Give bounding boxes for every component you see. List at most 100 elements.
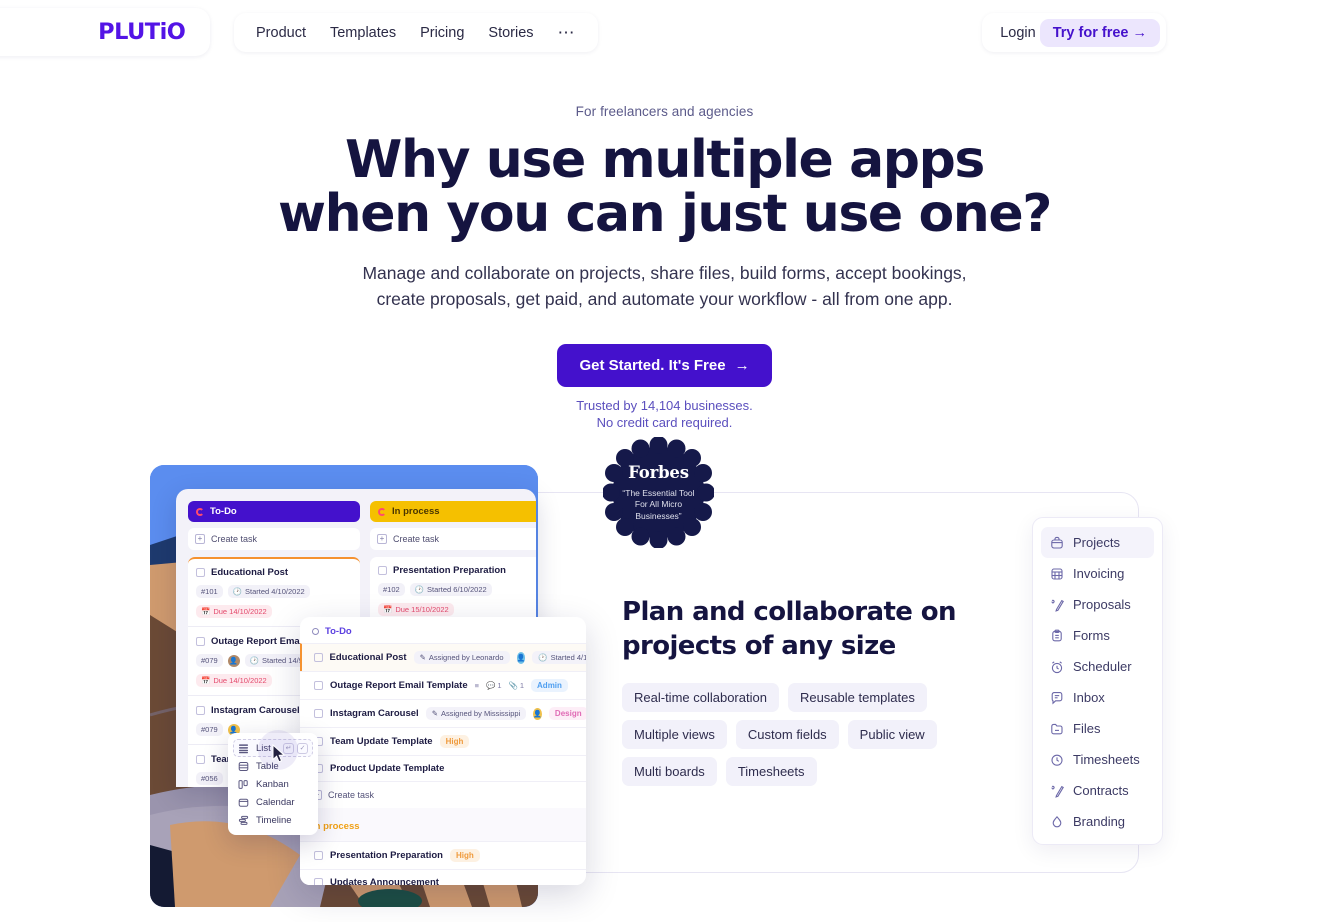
feature-tag-realtime[interactable]: Real-time collaboration — [622, 683, 779, 712]
checkbox-icon[interactable] — [196, 706, 205, 715]
assignee-chip: ✎ Assigned by Mississippi — [425, 707, 527, 720]
create-task-label: Create task — [328, 790, 375, 800]
create-task-button-list[interactable]: + Create task — [300, 781, 586, 808]
task-started-chip: 🕑 Started 4/10/2022 — [227, 585, 310, 598]
create-task-label: Create task — [393, 534, 440, 544]
started-label: Started 6/10/2022 — [427, 585, 487, 594]
sidebar-item-files[interactable]: Files — [1041, 713, 1154, 744]
auth-actions: Login Try for free → — [982, 13, 1166, 52]
create-task-button-todo[interactable]: + Create task — [188, 528, 360, 550]
checkbox-icon[interactable] — [314, 709, 323, 718]
feature-tag-boards[interactable]: Multi boards — [622, 757, 717, 786]
checkbox-icon[interactable] — [196, 637, 205, 646]
sidebar-item-invoicing[interactable]: Invoicing — [1041, 558, 1154, 589]
cta-group: Get Started. It's Free → Trusted by 14,1… — [0, 344, 1329, 431]
task-card[interactable]: Presentation Preparation #102 🕑 Started … — [370, 557, 536, 625]
task-id-chip: #056 — [196, 772, 223, 785]
plus-icon: + — [195, 534, 205, 544]
assignee-label: Assigned by Leonardo — [428, 653, 504, 662]
sidebar-item-label: Branding — [1073, 814, 1126, 829]
task-id-chip: #102 — [378, 583, 405, 596]
task-id-chip: #101 — [196, 585, 223, 598]
login-link[interactable]: Login — [1000, 25, 1035, 41]
droplet-icon — [1049, 814, 1064, 829]
sidebar-item-inbox[interactable]: Inbox — [1041, 682, 1154, 713]
sidebar-item-scheduler[interactable]: Scheduler — [1041, 651, 1154, 682]
feature-tag-templates[interactable]: Reusable templates — [787, 683, 927, 712]
create-task-button-inprocess[interactable]: + Create task — [370, 528, 536, 550]
checkbox-icon[interactable] — [313, 653, 323, 662]
nav-item-pricing[interactable]: Pricing — [420, 25, 464, 41]
feature-tag-timesheets[interactable]: Timesheets — [725, 757, 817, 786]
feature-tag-fields[interactable]: Custom fields — [735, 720, 839, 749]
due-label: Due 14/10/2022 — [213, 676, 267, 685]
checkbox-icon[interactable] — [314, 878, 323, 885]
kanban-icon — [238, 779, 249, 790]
mouse-cursor-icon — [272, 744, 286, 763]
avatar: 👤 — [227, 654, 240, 667]
plutio-logo[interactable]: PLUTiO — [98, 20, 186, 45]
sidebar-item-proposals[interactable]: Proposals — [1041, 589, 1154, 620]
check-key-badge: ✓ — [297, 742, 308, 754]
task-due-chip: 📅 Due 15/10/2022 — [378, 603, 454, 616]
task-header: Presentation Preparation — [378, 565, 534, 576]
view-option-kanban[interactable]: Kanban — [233, 775, 313, 793]
nav-item-templates[interactable]: Templates — [330, 25, 396, 41]
list-item[interactable]: Team Update Template High — [300, 727, 586, 755]
checkbox-icon[interactable] — [196, 755, 205, 764]
nav-item-product[interactable]: Product — [256, 25, 306, 41]
trust-line-2: No credit card required. — [596, 415, 733, 430]
task-due-chip: 📅 Due 14/10/2022 — [196, 674, 272, 687]
sidebar-item-projects[interactable]: Projects — [1041, 527, 1154, 558]
forbes-badge: Forbes “The Essential Tool For All Micro… — [602, 436, 715, 549]
pen-icon — [1049, 783, 1064, 798]
get-started-button[interactable]: Get Started. It's Free → — [557, 344, 772, 387]
clipboard-icon — [1049, 628, 1064, 643]
list-item[interactable]: Updates Announcement — [300, 869, 586, 885]
page-title: Why use multiple apps when you can just … — [0, 133, 1329, 241]
sidebar-item-contracts[interactable]: Contracts — [1041, 775, 1154, 806]
view-option-label: Kanban — [256, 778, 289, 790]
list-item[interactable]: Product Update Template — [300, 755, 586, 781]
chat-icon — [1049, 690, 1064, 705]
more-menu-icon[interactable]: ⋯ — [558, 24, 576, 41]
clock-icon: 🕑 — [538, 653, 548, 662]
clock-icon: 🕑 — [414, 585, 425, 594]
view-option-calendar[interactable]: Calendar — [233, 793, 313, 811]
calendar-icon: 📅 — [201, 676, 211, 685]
trust-line-1: Trusted by 14,104 businesses. — [576, 398, 753, 413]
task-meta: #101 🕑 Started 4/10/2022 — [196, 585, 352, 598]
list-item[interactable]: Educational Post ✎ Assigned by Leonardo … — [300, 643, 586, 671]
list-item[interactable]: Outage Report Email Template ≡ 💬 1 📎 1 A… — [300, 671, 586, 699]
due-label: Due 15/10/2022 — [395, 605, 449, 614]
view-option-timeline[interactable]: Timeline — [233, 811, 313, 829]
sidebar-item-label: Files — [1073, 721, 1101, 736]
checkbox-icon[interactable] — [378, 566, 387, 575]
sidebar-item-label: Timesheets — [1073, 752, 1140, 767]
task-meta: #102 🕑 Started 6/10/2022 — [378, 583, 534, 596]
try-for-free-button[interactable]: Try for free → — [1039, 18, 1160, 47]
site-header: PLUTiO Product Templates Pricing Stories… — [0, 0, 1329, 64]
task-header: Educational Post — [196, 567, 352, 578]
subtitle-line-1: Manage and collaborate on projects, shar… — [362, 263, 967, 283]
feature-tag-views[interactable]: Multiple views — [622, 720, 727, 749]
sidebar-item-label: Projects — [1073, 535, 1120, 550]
checkbox-icon[interactable] — [196, 568, 205, 577]
assignee-label: Assigned by Mississippi — [441, 709, 521, 718]
sidebar-item-forms[interactable]: Forms — [1041, 620, 1154, 651]
sidebar-item-branding[interactable]: Branding — [1041, 806, 1154, 837]
list-item[interactable]: Instagram Carousel ✎ Assigned by Mississ… — [300, 699, 586, 727]
task-id-chip: #079 — [196, 723, 223, 736]
checkbox-icon[interactable] — [314, 681, 323, 690]
status-dot-icon — [196, 507, 204, 516]
sidebar-item-timesheets[interactable]: Timesheets — [1041, 744, 1154, 775]
feature-tag-publicview[interactable]: Public view — [847, 720, 937, 749]
clock-icon — [1049, 752, 1064, 767]
checkbox-icon[interactable] — [314, 851, 323, 860]
nav-item-stories[interactable]: Stories — [488, 25, 533, 41]
view-option-label: Timeline — [256, 814, 292, 826]
calendar-icon — [238, 797, 249, 808]
list-item[interactable]: Presentation Preparation High — [300, 841, 586, 869]
task-title: Presentation Preparation — [393, 565, 506, 576]
group-label: To-Do — [325, 626, 352, 637]
